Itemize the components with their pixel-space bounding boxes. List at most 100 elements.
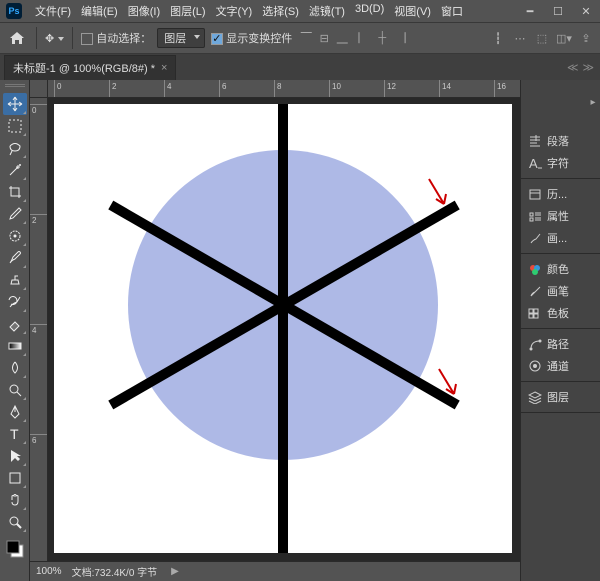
auto-select-checkbox[interactable]: [81, 33, 93, 45]
menubar: Ps 文件(F)编辑(E)图像(I)图层(L)文字(Y)选择(S)滤镜(T)3D…: [0, 0, 600, 22]
align-right-icon[interactable]: ⎹: [392, 30, 408, 46]
move-tool-icon[interactable]: [3, 93, 27, 115]
status-menu-icon[interactable]: ▶: [171, 566, 179, 577]
properties-icon: [527, 209, 542, 223]
window-controls: ━ ☐ ✕: [516, 0, 600, 22]
tab-close-icon[interactable]: ×: [161, 62, 167, 74]
lasso-tool-icon[interactable]: [3, 137, 27, 159]
eyedropper-tool-icon[interactable]: [3, 203, 27, 225]
home-button[interactable]: [6, 27, 28, 49]
3d-mode-icon[interactable]: ⬚: [534, 30, 550, 46]
document-info[interactable]: 文档:732.4K/0 字节: [72, 564, 158, 579]
blur-tool-icon[interactable]: [3, 357, 27, 379]
zoom-level[interactable]: 100%: [36, 566, 62, 577]
align-hcenter-icon[interactable]: ┼: [374, 30, 390, 46]
ruler-origin[interactable]: [30, 80, 48, 98]
align-top-icon[interactable]: ⎺: [298, 30, 314, 46]
menu-item[interactable]: 选择(S): [257, 3, 304, 19]
collapse-panels-icon[interactable]: ▸: [588, 82, 598, 122]
canvas[interactable]: [48, 98, 520, 561]
path-select-tool-icon[interactable]: [3, 445, 27, 467]
show-transform-label: 显示变换控件: [226, 33, 292, 45]
panel-label: 通道: [547, 358, 569, 374]
pen-tool-icon[interactable]: [3, 401, 27, 423]
dodge-tool-icon[interactable]: [3, 379, 27, 401]
menu-item[interactable]: 文件(F): [30, 3, 76, 19]
spot-heal-tool-icon[interactable]: [3, 225, 27, 247]
crop-tool-icon[interactable]: [3, 181, 27, 203]
app-window: Ps 文件(F)编辑(E)图像(I)图层(L)文字(Y)选择(S)滤镜(T)3D…: [0, 0, 600, 581]
close-button[interactable]: ✕: [572, 0, 600, 22]
brush-tool-icon[interactable]: [3, 247, 27, 269]
panel-tab[interactable]: 历...: [521, 183, 600, 205]
panel-tab[interactable]: 图层: [521, 386, 600, 408]
panel-label: 段落: [547, 133, 569, 149]
menu-item[interactable]: 文字(Y): [211, 3, 258, 19]
workspace-switcher-icon[interactable]: ◫▾: [556, 30, 572, 46]
panel-tab[interactable]: 通道: [521, 355, 600, 377]
menu-item[interactable]: 3D(D): [350, 3, 389, 19]
status-bar: 100% 文档:732.4K/0 字节 ▶: [30, 561, 520, 581]
align-vcenter-icon[interactable]: ⊟: [316, 30, 332, 46]
show-transform-checkbox[interactable]: [211, 33, 223, 45]
panel-tab[interactable]: A字符: [521, 152, 600, 174]
align-left-icon[interactable]: ⎸: [356, 30, 372, 46]
menu-item[interactable]: 图层(L): [165, 3, 210, 19]
maximize-button[interactable]: ☐: [544, 0, 572, 22]
auto-select-label: 自动选择：: [96, 33, 151, 45]
panel-label: 属性: [547, 208, 569, 224]
svg-text:T: T: [10, 426, 19, 442]
shape-tool-icon[interactable]: [3, 467, 27, 489]
panel-tab[interactable]: 路径: [521, 333, 600, 355]
menu-item[interactable]: 编辑(E): [76, 3, 123, 19]
panel-label: 色板: [547, 305, 569, 321]
share-icon[interactable]: ⇪: [578, 30, 594, 46]
document-tab-bar: 未标题-1 @ 100%(RGB/8#) * × ≪ ≫: [0, 54, 600, 80]
auto-select-target-dropdown[interactable]: 图层: [157, 28, 205, 48]
channels-icon: [527, 359, 542, 373]
document[interactable]: [54, 104, 512, 553]
panel-tab[interactable]: 画笔: [521, 280, 600, 302]
magic-wand-tool-icon[interactable]: [3, 159, 27, 181]
menu-item[interactable]: 滤镜(T): [304, 3, 350, 19]
panel-tab[interactable]: 段落: [521, 130, 600, 152]
align-bottom-icon[interactable]: ⎽: [334, 30, 350, 46]
distribute-icon[interactable]: ┇: [490, 30, 506, 46]
history-icon: [527, 187, 542, 201]
annotation-arrow-2-icon: [434, 364, 464, 404]
tab-scroll-right-icon[interactable]: ≫: [582, 61, 594, 74]
brush-panel-icon: [527, 231, 542, 245]
annotation-arrow-1-icon: [424, 174, 454, 214]
tab-scroll-left-icon[interactable]: ≪: [567, 61, 579, 74]
horizontal-ruler[interactable]: 0246810121416: [48, 80, 520, 98]
marquee-tool-icon[interactable]: [3, 115, 27, 137]
history-brush-tool-icon[interactable]: [3, 291, 27, 313]
document-tab-title: 未标题-1 @ 100%(RGB/8#) *: [13, 60, 155, 76]
panel-tab[interactable]: 属性: [521, 205, 600, 227]
tools-panel: T: [0, 80, 30, 581]
panel-dock: ▸ 段落 A字符历... 属性画... 颜色画笔色板路径通道图层: [520, 80, 600, 581]
vertical-line-shape[interactable]: [278, 104, 288, 553]
character-icon: A: [527, 156, 542, 170]
move-tool-indicator-icon[interactable]: ✥: [45, 32, 64, 45]
panel-grip-icon[interactable]: [5, 84, 25, 88]
gradient-tool-icon[interactable]: [3, 335, 27, 357]
vertical-ruler[interactable]: 0246: [30, 98, 48, 561]
document-tab[interactable]: 未标题-1 @ 100%(RGB/8#) * ×: [4, 55, 176, 80]
hand-tool-icon[interactable]: [3, 489, 27, 511]
panel-tab[interactable]: 色板: [521, 302, 600, 324]
zoom-tool-icon[interactable]: [3, 511, 27, 533]
more-options-icon[interactable]: ⋯: [512, 30, 528, 46]
menu-item[interactable]: 视图(V): [389, 3, 436, 19]
type-tool-icon[interactable]: T: [3, 423, 27, 445]
paths-icon: [527, 337, 542, 351]
eraser-tool-icon[interactable]: [3, 313, 27, 335]
panel-tab[interactable]: 画...: [521, 227, 600, 249]
menu-item[interactable]: 窗口: [436, 3, 468, 19]
minimize-button[interactable]: ━: [516, 0, 544, 22]
panel-label: 画笔: [547, 283, 569, 299]
clone-stamp-tool-icon[interactable]: [3, 269, 27, 291]
menu-item[interactable]: 图像(I): [123, 3, 165, 19]
panel-tab[interactable]: 颜色: [521, 258, 600, 280]
color-swatches-icon[interactable]: [3, 535, 27, 563]
